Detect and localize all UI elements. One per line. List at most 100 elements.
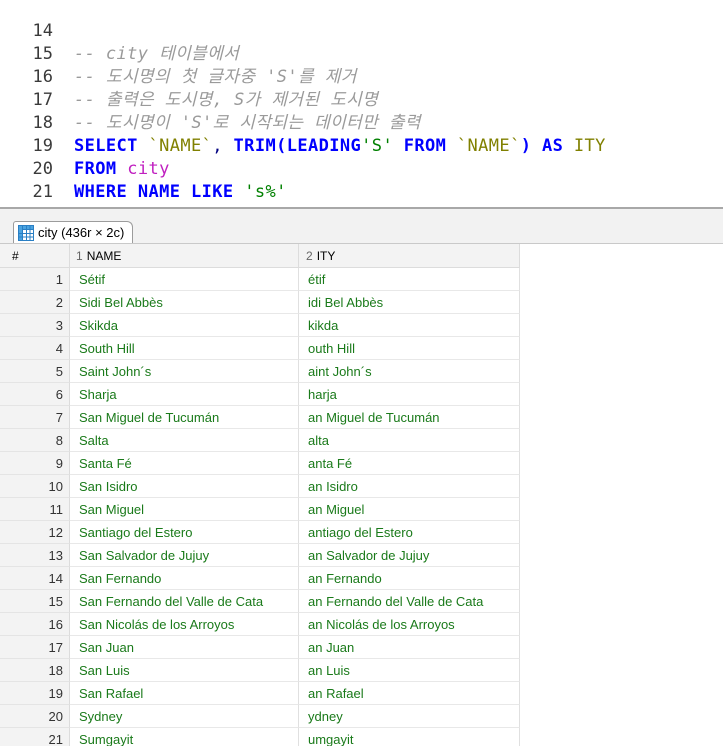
table-row[interactable]: 13 San Salvador de Jujuy an Salvador de Ju…: [0, 544, 520, 567]
row-number[interactable]: 19: [0, 682, 70, 705]
table-row[interactable]: 5 Saint John´s aint John´s: [0, 360, 520, 383]
cell-name[interactable]: San Rafael: [70, 682, 299, 705]
table-row[interactable]: 11 San Miguel an Miguel: [0, 498, 520, 521]
cell-ity[interactable]: an Isidro: [299, 475, 520, 498]
row-number[interactable]: 8: [0, 429, 70, 452]
cell-ity[interactable]: harja: [299, 383, 520, 406]
cell-ity[interactable]: an Miguel de Tucumán: [299, 406, 520, 429]
cell-name[interactable]: Sétif: [70, 268, 299, 291]
row-number[interactable]: 6: [0, 383, 70, 406]
row-number[interactable]: 16: [0, 613, 70, 636]
row-number[interactable]: 10: [0, 475, 70, 498]
cell-ity[interactable]: ydney: [299, 705, 520, 728]
table-row[interactable]: 19 San Rafael an Rafael: [0, 682, 520, 705]
sql-editor[interactable]: 14 -- city 테이블에서 15 -- 도시명의 첫 글자중 'S'를 제…: [0, 0, 723, 207]
cell-name[interactable]: Sharja: [70, 383, 299, 406]
cell-name[interactable]: San Nicolás de los Arroyos: [70, 613, 299, 636]
row-number[interactable]: 9: [0, 452, 70, 475]
row-number[interactable]: 4: [0, 337, 70, 360]
editor-line: 21 ;: [0, 158, 85, 207]
table-row[interactable]: 8 Salta alta: [0, 429, 520, 452]
row-number[interactable]: 15: [0, 590, 70, 613]
cell-ity[interactable]: umgayit: [299, 728, 520, 746]
table-row[interactable]: 4 South Hill outh Hill: [0, 337, 520, 360]
table-row[interactable]: 7 San Miguel de Tucumán an Miguel de Tucum…: [0, 406, 520, 429]
row-number[interactable]: 12: [0, 521, 70, 544]
cell-ity[interactable]: anta Fé: [299, 452, 520, 475]
cell-name[interactable]: Salta: [70, 429, 299, 452]
cell-name[interactable]: Saint John´s: [70, 360, 299, 383]
cell-ity[interactable]: an Miguel: [299, 498, 520, 521]
cell-ity[interactable]: an Juan: [299, 636, 520, 659]
column-header-label: NAME: [86, 249, 122, 263]
cell-ity[interactable]: idi Bel Abbès: [299, 291, 520, 314]
table-row[interactable]: 17 San Juan an Juan: [0, 636, 520, 659]
cell-ity[interactable]: an Salvador de Jujuy: [299, 544, 520, 567]
column-header-label: ITY: [316, 249, 336, 263]
row-number[interactable]: 3: [0, 314, 70, 337]
cell-name[interactable]: San Fernando: [70, 567, 299, 590]
editor-line: 16 -- 출력은 도시명, S가 제거된 도시명: [0, 43, 378, 110]
sql-function: TRIM(LEADING: [233, 136, 362, 156]
column-header-name[interactable]: 1 NAME: [70, 244, 299, 268]
cell-name[interactable]: Santiago del Estero: [70, 521, 299, 544]
grid-rows: 1 Sétif étif 2 Sidi Bel Abbès idi Bel Abbès 3 S…: [0, 268, 520, 746]
cell-name[interactable]: San Fernando del Valle de Cata: [70, 590, 299, 613]
comment-text: -- city 테이블에서: [74, 44, 240, 64]
sql-code: WHERE NAME LIKE 's%': [74, 181, 287, 204]
row-number[interactable]: 14: [0, 567, 70, 590]
cell-name[interactable]: Sumgayit: [70, 728, 299, 746]
row-number[interactable]: 7: [0, 406, 70, 429]
cell-ity[interactable]: an Rafael: [299, 682, 520, 705]
table-row[interactable]: 2 Sidi Bel Abbès idi Bel Abbès: [0, 291, 520, 314]
cell-name[interactable]: Santa Fé: [70, 452, 299, 475]
cell-name[interactable]: San Salvador de Jujuy: [70, 544, 299, 567]
row-number[interactable]: 20: [0, 705, 70, 728]
cell-ity[interactable]: an Nicolás de los Arroyos: [299, 613, 520, 636]
row-number[interactable]: 1: [0, 268, 70, 291]
cell-name[interactable]: San Miguel: [70, 498, 299, 521]
table-row[interactable]: 21 Sumgayit umgayit: [0, 728, 520, 746]
column-number: 2: [306, 249, 313, 263]
row-number[interactable]: 11: [0, 498, 70, 521]
cell-name[interactable]: Sidi Bel Abbès: [70, 291, 299, 314]
table-row[interactable]: 18 San Luis an Luis: [0, 659, 520, 682]
cell-name[interactable]: San Isidro: [70, 475, 299, 498]
result-grid[interactable]: # 1 NAME 2 ITY 1 Sétif étif 2 Sidi Bel Abbès id…: [0, 244, 723, 746]
row-number[interactable]: 17: [0, 636, 70, 659]
cell-ity[interactable]: aint John´s: [299, 360, 520, 383]
row-number[interactable]: 13: [0, 544, 70, 567]
row-number[interactable]: 2: [0, 291, 70, 314]
cell-ity[interactable]: outh Hill: [299, 337, 520, 360]
row-number[interactable]: 5: [0, 360, 70, 383]
table-row[interactable]: 1 Sétif étif: [0, 268, 520, 291]
table-row[interactable]: 15 San Fernando del Valle de Cata an Ferna…: [0, 590, 520, 613]
column-header-ity[interactable]: 2 ITY: [299, 244, 520, 268]
cell-ity[interactable]: alta: [299, 429, 520, 452]
table-row[interactable]: 6 Sharja harja: [0, 383, 520, 406]
table-row[interactable]: 12 Santiago del Estero antiago del Estero: [0, 521, 520, 544]
table-row[interactable]: 10 San Isidro an Isidro: [0, 475, 520, 498]
cell-name[interactable]: San Miguel de Tucumán: [70, 406, 299, 429]
cell-name[interactable]: Sydney: [70, 705, 299, 728]
cell-ity[interactable]: étif: [299, 268, 520, 291]
cell-ity[interactable]: an Luis: [299, 659, 520, 682]
sql-keyword: AS: [541, 136, 564, 156]
cell-ity[interactable]: an Fernando: [299, 567, 520, 590]
cell-name[interactable]: Skikda: [70, 314, 299, 337]
table-row[interactable]: 14 San Fernando an Fernando: [0, 567, 520, 590]
result-tab[interactable]: city (436r × 2c): [13, 221, 134, 243]
table-row[interactable]: 3 Skikda kikda: [0, 314, 520, 337]
table-row[interactable]: 20 Sydney ydney: [0, 705, 520, 728]
row-number[interactable]: 21: [0, 728, 70, 746]
cell-name[interactable]: San Juan: [70, 636, 299, 659]
table-row[interactable]: 9 Santa Fé anta Fé: [0, 452, 520, 475]
row-number[interactable]: 18: [0, 659, 70, 682]
cell-ity[interactable]: antiago del Estero: [299, 521, 520, 544]
cell-name[interactable]: San Luis: [70, 659, 299, 682]
cell-ity[interactable]: an Fernando del Valle de Cata: [299, 590, 520, 613]
table-row[interactable]: 16 San Nicolás de los Arroyos an Nicolás d…: [0, 613, 520, 636]
sql-space: [117, 159, 128, 179]
cell-name[interactable]: South Hill: [70, 337, 299, 360]
cell-ity[interactable]: kikda: [299, 314, 520, 337]
